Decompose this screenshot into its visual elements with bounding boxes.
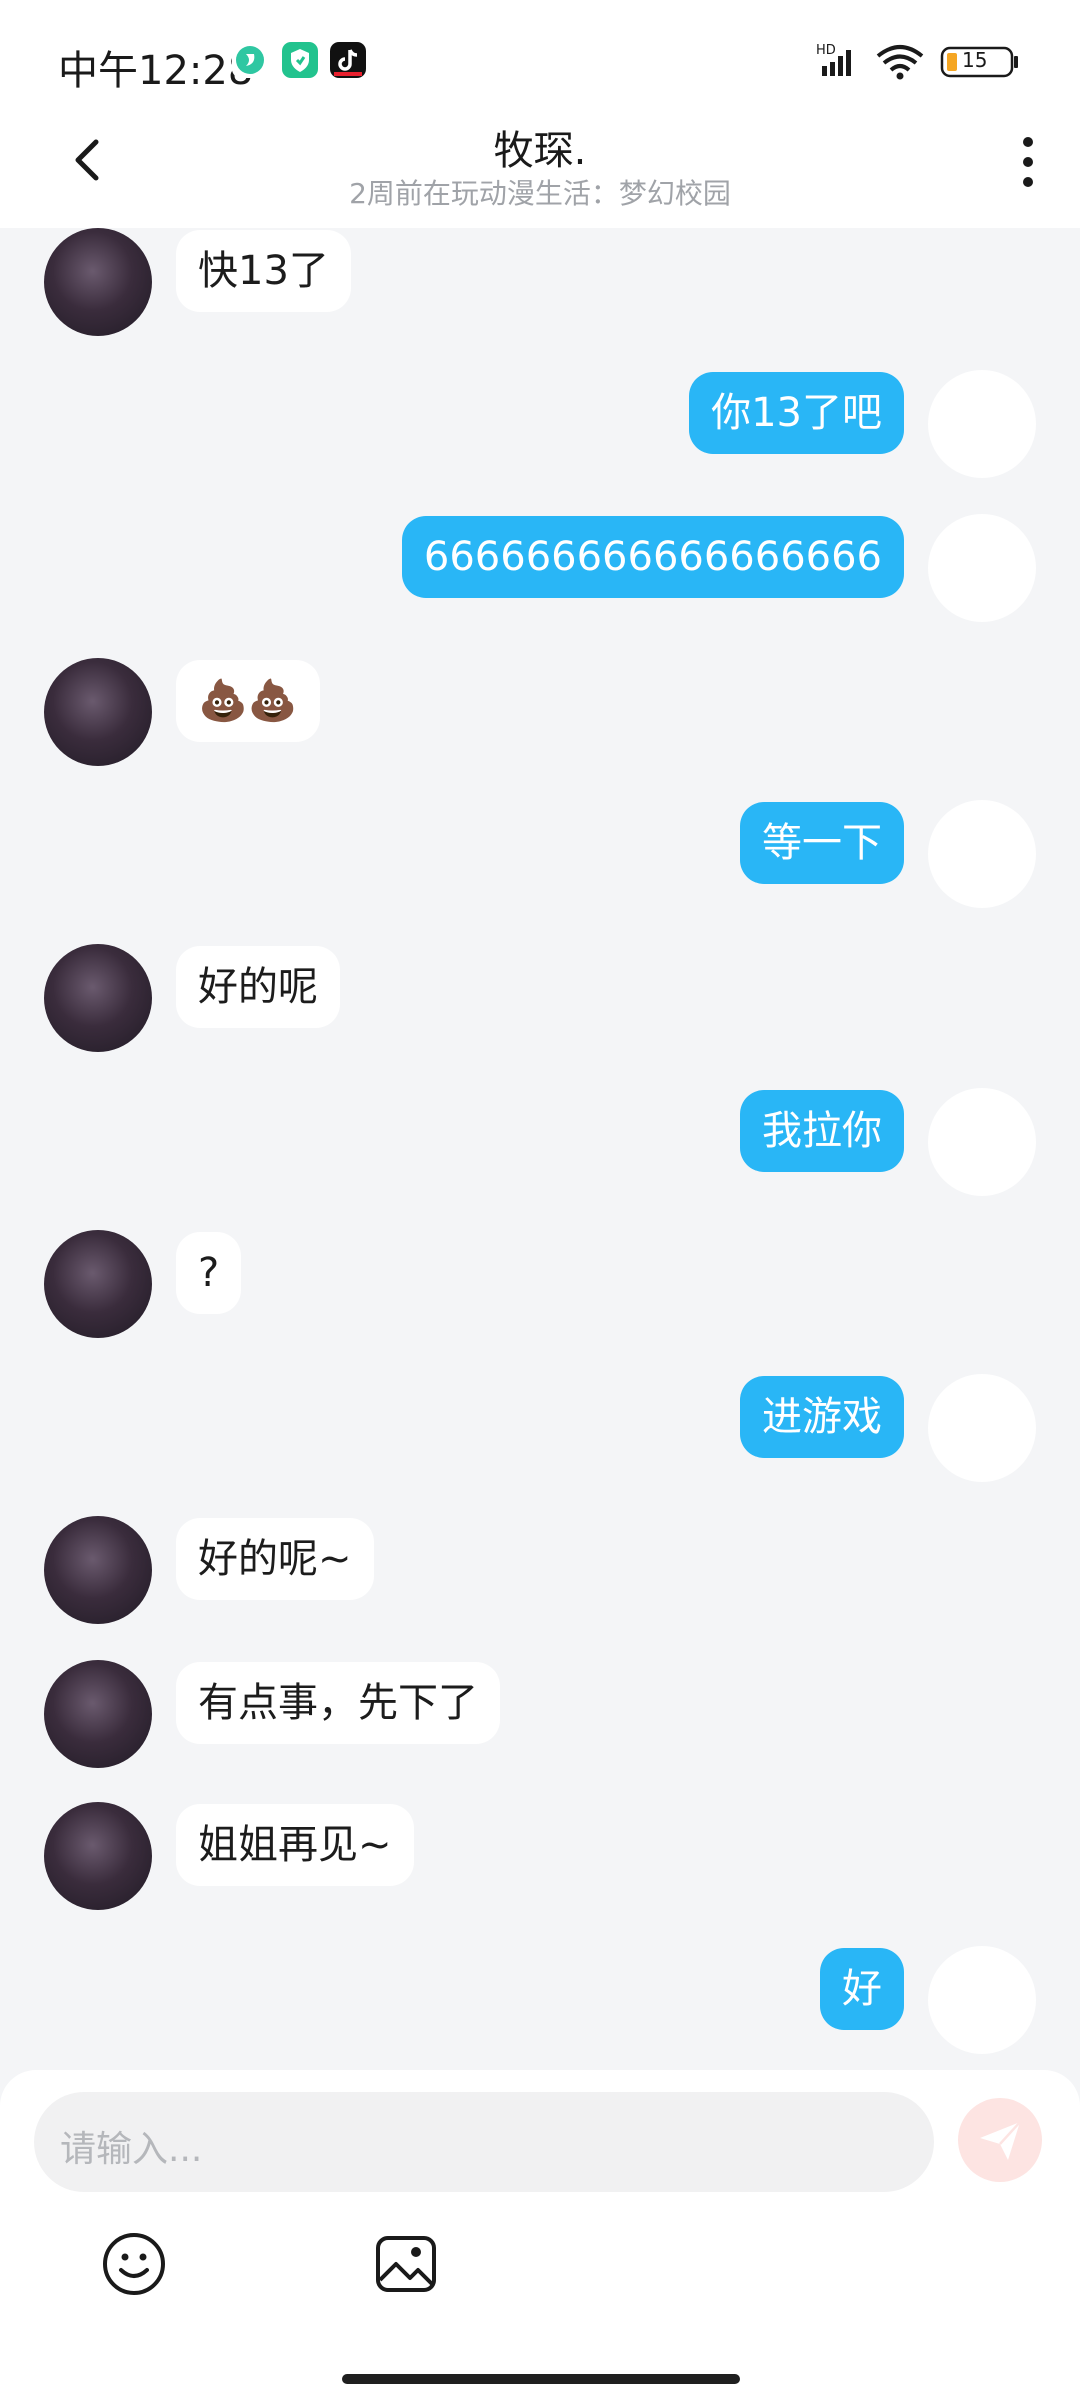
message-row: 你13了吧 (0, 370, 1080, 480)
status-indicators: HD 15 (816, 40, 1046, 84)
emoji-icon (103, 2233, 165, 2295)
outgoing-message[interactable]: 进游戏 (740, 1376, 904, 1458)
input-placeholder: 请输入... (60, 2129, 203, 2170)
message-row: 666666666666666666 (0, 514, 1080, 624)
battery-level: 15 (962, 48, 988, 72)
my-avatar[interactable] (928, 800, 1036, 908)
contact-avatar[interactable] (44, 944, 152, 1052)
message-row: 我拉你 (0, 1088, 1080, 1198)
message-input[interactable]: 请输入... (34, 2092, 934, 2192)
outgoing-message[interactable]: 等一下 (740, 802, 904, 884)
message-row: 姐姐再见~ (0, 1802, 1080, 1912)
incoming-message[interactable]: 姐姐再见~ (176, 1804, 414, 1886)
shield-app-icon (282, 42, 318, 78)
outgoing-message[interactable]: 我拉你 (740, 1090, 904, 1172)
status-time: 中午12:28 (58, 48, 254, 94)
incoming-message[interactable]: 好的呢~ (176, 1518, 374, 1600)
contact-name: 牧琛. (493, 128, 587, 174)
my-avatar[interactable] (928, 1088, 1036, 1196)
app-notification-icon (232, 42, 268, 78)
incoming-message[interactable]: 💩💩 (176, 660, 320, 742)
message-row: 好的呢 (0, 944, 1080, 1054)
more-button[interactable] (1006, 130, 1050, 194)
message-row: 有点事，先下了 (0, 1660, 1080, 1770)
contact-activity: 2周前在玩动漫生活：梦幻校园 (349, 177, 731, 210)
my-avatar[interactable] (928, 1946, 1036, 2054)
send-icon (980, 2121, 1021, 2160)
outgoing-message[interactable]: 666666666666666666 (401, 516, 904, 598)
message-row: 好的呢~ (0, 1516, 1080, 1626)
image-button[interactable] (372, 2230, 440, 2298)
home-indicator[interactable] (342, 2374, 740, 2384)
contact-avatar[interactable] (44, 1230, 152, 1338)
message-list[interactable]: 快13了 你13了吧 666666666666666666 💩💩 等一下 好的呢… (0, 228, 1080, 2068)
incoming-message[interactable]: 有点事，先下了 (176, 1662, 500, 1744)
contact-avatar[interactable] (44, 1516, 152, 1624)
network-label: HD (816, 43, 836, 58)
contact-avatar[interactable] (44, 1802, 152, 1910)
more-vertical-icon (1023, 137, 1033, 187)
my-avatar[interactable] (928, 370, 1036, 478)
contact-avatar[interactable] (44, 1660, 152, 1768)
message-row: 等一下 (0, 800, 1080, 910)
send-button[interactable] (958, 2098, 1042, 2182)
message-row: 好 (0, 1946, 1080, 2056)
incoming-message[interactable]: ? (176, 1232, 242, 1314)
message-row: 快13了 (0, 228, 1080, 338)
outgoing-message[interactable]: 你13了吧 (689, 372, 904, 454)
composer-panel: 请输入... (0, 2070, 1080, 2400)
message-row: 进游戏 (0, 1374, 1080, 1484)
my-avatar[interactable] (928, 1374, 1036, 1482)
tiktok-icon (330, 42, 366, 78)
image-icon (376, 2236, 436, 2292)
contact-avatar[interactable] (44, 228, 152, 336)
chat-header: 牧琛. 2周前在玩动漫生活：梦幻校园 (0, 100, 1080, 228)
my-avatar[interactable] (928, 514, 1036, 622)
contact-avatar[interactable] (44, 658, 152, 766)
message-row: 💩💩 (0, 658, 1080, 768)
incoming-message[interactable]: 好的呢 (176, 946, 340, 1028)
incoming-message[interactable]: 快13了 (176, 230, 351, 312)
emoji-button[interactable] (100, 2230, 168, 2298)
message-row: ? (0, 1230, 1080, 1340)
outgoing-message[interactable]: 好 (820, 1948, 904, 2030)
